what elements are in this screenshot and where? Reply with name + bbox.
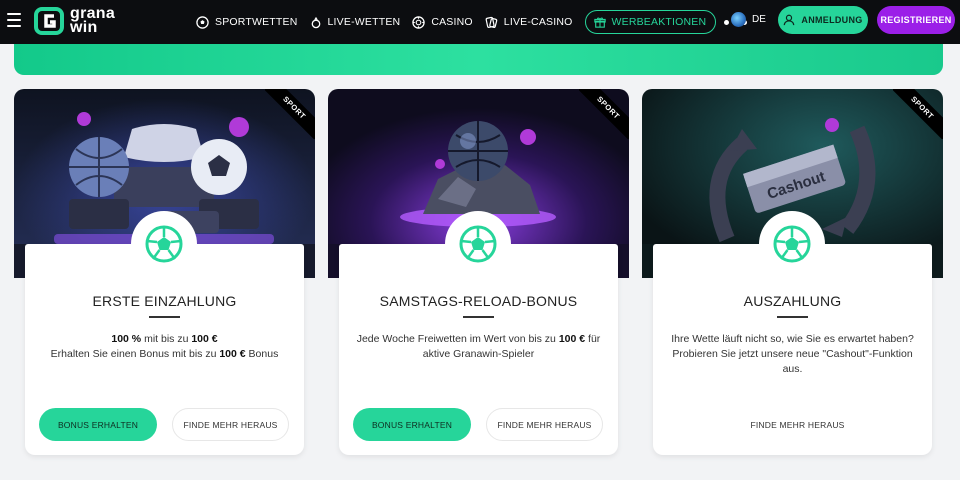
- get-bonus-button[interactable]: BONUS ERHALTEN: [39, 408, 157, 441]
- logo-text-line2: win: [70, 19, 98, 36]
- nav-sportwetten[interactable]: SPORTWETTEN: [196, 10, 298, 34]
- card-description: Jede Woche Freiwetten im Wert von bis zu…: [353, 332, 604, 362]
- login-button[interactable]: ANMELDUNG: [778, 6, 868, 34]
- logo-mark-icon: [34, 7, 64, 35]
- card-description: 100 % mit bis zu 100 € Erhalten Sie eine…: [39, 332, 290, 362]
- top-navigation-bar: grana win SPORTWETTEN LIVE-WETTEN CASINO…: [0, 0, 960, 44]
- text-bold: 100 %: [111, 333, 142, 345]
- nav-label: SPORTWETTEN: [215, 16, 298, 28]
- promo-card-saturday-reload: SPORT SAMSTAGS-RELOAD-BONUS Jede Woche F…: [328, 89, 629, 457]
- nav-label: WERBEAKTIONEN: [611, 16, 707, 28]
- language-selector[interactable]: DE: [731, 12, 766, 27]
- text-bold: 100 €: [219, 348, 246, 360]
- get-bonus-button[interactable]: BONUS ERHALTEN: [353, 408, 471, 441]
- ribbon-label: SPORT: [579, 89, 629, 139]
- chip-icon: [412, 15, 426, 29]
- sport-ribbon: SPORT: [893, 89, 943, 139]
- register-label: REGISTRIEREN: [880, 15, 952, 25]
- nav-casino[interactable]: CASINO: [412, 10, 473, 34]
- soccer-ball-icon: [445, 211, 511, 277]
- live-icon: [311, 16, 320, 28]
- card-title: ERSTE EINZAHLUNG: [92, 293, 237, 309]
- title-divider: [149, 316, 180, 318]
- nav-live-casino[interactable]: LIVE-CASINO: [485, 10, 573, 34]
- title-divider: [777, 316, 808, 318]
- login-label: ANMELDUNG: [801, 15, 863, 25]
- text-bold: 100 €: [558, 333, 586, 345]
- find-out-more-button[interactable]: FINDE MEHR HERAUS: [486, 408, 603, 441]
- ribbon-label: SPORT: [893, 89, 943, 139]
- sport-ribbon: SPORT: [579, 89, 629, 139]
- card-description: Ihre Wette läuft nicht so, wie Sie es er…: [671, 333, 914, 375]
- card-title: SAMSTAGS-RELOAD-BONUS: [379, 293, 578, 309]
- text-plain: Jede Woche Freiwetten im Wert von bis zu: [356, 333, 559, 345]
- text-bold: 100 €: [191, 333, 218, 345]
- text-plain: mit bis zu: [141, 333, 192, 345]
- nav-label: CASINO: [431, 16, 473, 28]
- soccer-ball-icon: [759, 211, 825, 277]
- find-out-more-button[interactable]: FINDE MEHR HERAUS: [172, 408, 289, 441]
- card-line-2: Erhalten Sie einen Bonus mit bis zu 100 …: [39, 347, 290, 362]
- register-button[interactable]: REGISTRIEREN: [877, 6, 955, 34]
- ribbon-label: SPORT: [265, 89, 315, 139]
- language-label: DE: [752, 14, 766, 25]
- card-line-1: 100 % mit bis zu 100 €: [39, 332, 290, 347]
- granawin-logo[interactable]: grana win: [34, 5, 115, 37]
- soccer-ball-icon: [196, 15, 209, 29]
- gift-icon: [593, 17, 606, 28]
- nav-label: LIVE-CASINO: [503, 16, 573, 28]
- text-plain: Erhalten Sie einen Bonus mit bis zu: [50, 348, 220, 360]
- nav-live-wetten[interactable]: LIVE-WETTEN: [310, 10, 401, 34]
- sport-ribbon: SPORT: [265, 89, 315, 139]
- promo-card-cashout: Cashout SPORT AUSZAHLUNG Ihre Wette läuf…: [642, 89, 943, 457]
- cards-icon: [485, 16, 498, 28]
- text-plain: Bonus: [245, 348, 279, 360]
- card-title: AUSZAHLUNG: [743, 293, 842, 309]
- nav-werbeaktionen[interactable]: WERBEAKTIONEN: [584, 10, 717, 34]
- find-out-more-button[interactable]: FINDE MEHR HERAUS: [739, 408, 856, 441]
- main-nav: SPORTWETTEN LIVE-WETTEN CASINO LIVE-CASI…: [196, 0, 751, 44]
- menu-icon[interactable]: [7, 13, 21, 27]
- globe-icon: [731, 12, 746, 27]
- promo-card-first-deposit: SPORT ERSTE EINZAHLUNG 100 % mit bis zu …: [14, 89, 315, 457]
- promo-banner[interactable]: [14, 44, 943, 75]
- title-divider: [463, 316, 494, 318]
- soccer-ball-icon: [131, 211, 197, 277]
- user-icon: [784, 14, 795, 26]
- nav-label: LIVE-WETTEN: [327, 16, 401, 28]
